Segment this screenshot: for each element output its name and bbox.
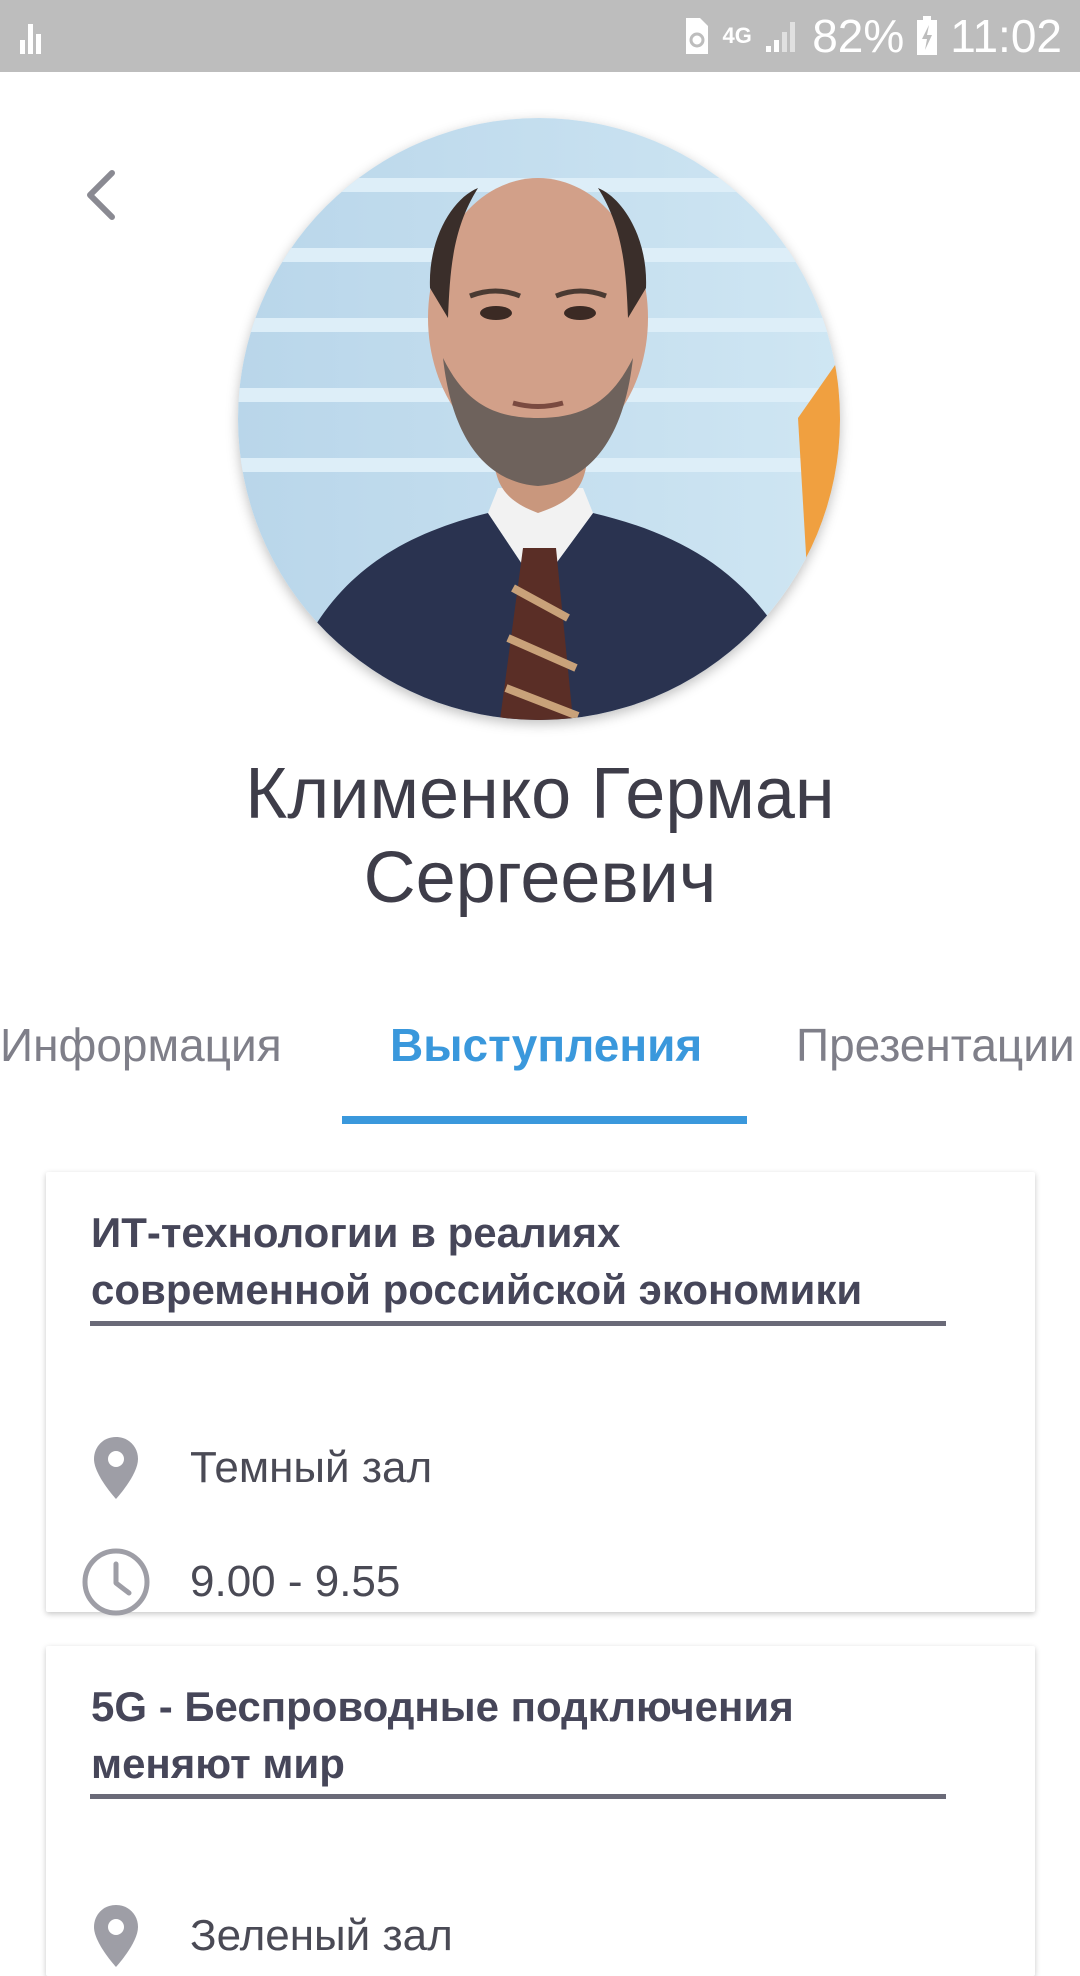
- location-pin-icon: [94, 1905, 138, 1967]
- sim-recycle-icon: [686, 18, 709, 54]
- tab-presentations[interactable]: Презентации: [796, 1018, 1080, 1072]
- talk-title-line2: современной российской экономики: [91, 1266, 863, 1313]
- active-tab-indicator: [342, 1116, 747, 1124]
- talk-title[interactable]: 5G - Беспроводные подключения меняют мир: [91, 1678, 951, 1792]
- talk-location-row: Темный зал: [80, 1428, 432, 1508]
- signal-stats-icon: [20, 24, 41, 54]
- talk-card[interactable]: ИТ-технологии в реалиях современной росс…: [46, 1172, 1035, 1616]
- speaker-name-line2: Сергеевич: [363, 838, 717, 918]
- back-button[interactable]: [72, 160, 132, 230]
- battery-charging-icon: [917, 16, 938, 55]
- status-bar: 4G 82% 11:02: [0, 0, 1080, 72]
- talk-card[interactable]: 5G - Беспроводные подключения меняют мир…: [46, 1646, 1035, 1976]
- tab-information[interactable]: Информация: [0, 1018, 282, 1072]
- tab-talks[interactable]: Выступления: [390, 1018, 702, 1072]
- speaker-name-line1: Клименко Герман: [245, 754, 835, 834]
- talk-location: Темный зал: [190, 1443, 433, 1492]
- talk-title-line1: ИТ-технологии в реалиях: [91, 1209, 621, 1256]
- talk-title[interactable]: ИТ-технологии в реалиях современной росс…: [91, 1204, 951, 1318]
- cell-signal-icon: [766, 22, 796, 52]
- talk-title-line2: меняют мир: [91, 1740, 345, 1787]
- network-type-label: 4G: [722, 23, 752, 48]
- talk-title-line1: 5G - Беспроводные подключения: [91, 1683, 794, 1730]
- title-underline: [90, 1321, 946, 1326]
- battery-percent: 82%: [812, 10, 905, 62]
- talk-time: 9.00 - 9.55: [190, 1557, 401, 1606]
- talk-location: Зеленый зал: [190, 1911, 453, 1960]
- speaker-name: Клименко Герман Сергеевич: [0, 752, 1080, 920]
- tab-bar: Информация Выступления Презентации: [0, 1000, 1080, 1126]
- speaker-avatar: [238, 118, 840, 720]
- clock-icon: [82, 1548, 150, 1616]
- talk-time-row: 9.00 - 9.55: [80, 1542, 400, 1622]
- clock: 11:02: [950, 10, 1062, 62]
- talk-location-row: Зеленый зал: [80, 1896, 453, 1976]
- location-pin-icon: [94, 1437, 138, 1499]
- chevron-left-icon: [87, 170, 115, 220]
- title-underline: [90, 1794, 946, 1799]
